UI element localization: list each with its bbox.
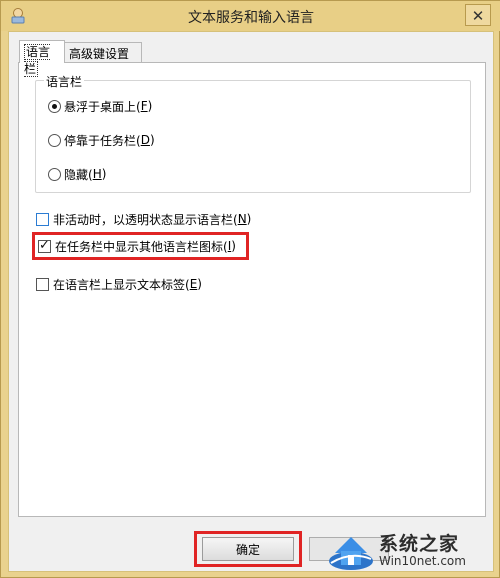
window-title: 文本服务和输入语言 (188, 10, 314, 26)
checkbox-box[interactable] (36, 212, 49, 226)
radio-button[interactable] (48, 133, 61, 147)
radio-float-accesskey: F (140, 99, 148, 113)
close-icon: ✕ (471, 7, 485, 25)
ok-button[interactable]: 确定 (202, 537, 294, 561)
checkbox-box[interactable] (36, 277, 49, 291)
radio-dock-accesskey: D (140, 133, 150, 147)
radio-float-on-desktop[interactable]: 悬浮于桌面上(F) (48, 97, 152, 115)
house-logo-icon (329, 537, 373, 570)
watermark-url: Win10net.com (379, 554, 466, 568)
groupbox-legend: 语言栏 (44, 73, 85, 90)
checkbox-box-checked[interactable] (38, 238, 51, 253)
checkbox-text-labels-label: 在语言栏上显示文本标签( (53, 277, 190, 292)
radio-hidden-label: 隐藏( (64, 167, 93, 182)
radio-dock-in-taskbar[interactable]: 停靠于任务栏(D) (48, 131, 155, 149)
checkbox-transparent-suffix: ) (246, 212, 252, 226)
checkbox-transparent-label: 非活动时，以透明状态显示语言栏( (53, 212, 238, 227)
tab-advanced-key-settings-label: 高级键设置 (69, 47, 130, 61)
language-bar-groupbox: 语言栏 悬浮于桌面上(F) 停靠于任务栏(D) 隐藏(H) (35, 73, 471, 193)
radio-hidden[interactable]: 隐藏(H) (48, 165, 106, 183)
radio-hidden-accesskey: H (92, 167, 102, 181)
checkbox-show-text-labels[interactable]: 在语言栏上显示文本标签(E) (36, 275, 202, 293)
checkbox-text-labels-suffix: ) (197, 277, 202, 291)
checkbox-additional-icons-label: 在任务栏中显示其他语言栏图标( (55, 239, 228, 254)
radio-dock-label: 停靠于任务栏( (64, 133, 141, 148)
dialog-window: 文本服务和输入语言 ✕ 语言栏 高级键设置 语言栏 悬浮于桌面上(F) 停靠于… (0, 0, 500, 578)
close-button[interactable]: ✕ (465, 4, 491, 26)
checkbox-transparent-when-inactive[interactable]: 非活动时，以透明状态显示语言栏(N) (36, 210, 251, 228)
radio-float-suffix: ) (147, 99, 153, 113)
radio-float-label: 悬浮于桌面上( (64, 99, 141, 114)
watermark-brand: 系统之家 (379, 533, 460, 555)
tab-panel-language-bar: 语言栏 悬浮于桌面上(F) 停靠于任务栏(D) 隐藏(H) 非活动时，以透明状态… (18, 62, 486, 517)
checkbox-show-additional-icons[interactable]: 在任务栏中显示其他语言栏图标(I) (38, 237, 236, 255)
dialog-client: 语言栏 高级键设置 语言栏 悬浮于桌面上(F) 停靠于任务栏(D) 隐藏(… (8, 31, 494, 572)
checkbox-transparent-accesskey: N (237, 212, 247, 226)
radio-hidden-suffix: ) (101, 167, 107, 181)
checkbox-additional-icons-suffix: ) (231, 239, 236, 253)
title-bar[interactable]: 文本服务和输入语言 ✕ (1, 1, 500, 31)
radio-button-selected[interactable] (48, 99, 61, 113)
tab-advanced-key-settings[interactable]: 高级键设置 (64, 42, 142, 62)
watermark: 系统之家 Win10net.com (325, 527, 495, 573)
radio-button[interactable] (48, 167, 61, 181)
radio-dock-suffix: ) (149, 133, 155, 147)
tab-language-bar[interactable]: 语言栏 (19, 40, 65, 77)
checkbox-text-labels-accesskey: E (189, 277, 198, 291)
